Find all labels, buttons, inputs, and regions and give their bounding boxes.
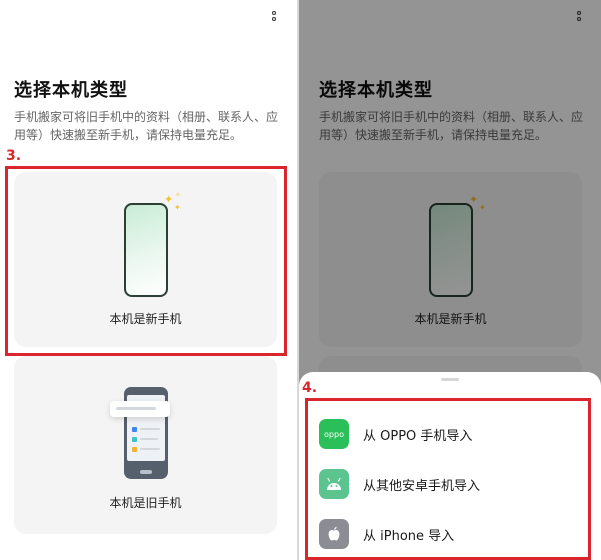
app-teal-icon bbox=[132, 437, 137, 442]
list-line bbox=[140, 448, 160, 450]
sheet-drag-handle[interactable] bbox=[441, 378, 459, 381]
more-vertical-icon bbox=[272, 11, 276, 23]
step-4-highlight-box bbox=[305, 398, 591, 560]
more-options-button[interactable] bbox=[267, 10, 281, 24]
home-button bbox=[140, 470, 152, 474]
list-line bbox=[140, 438, 158, 440]
app-blue-icon bbox=[132, 427, 137, 432]
step-4-annotation: 4. bbox=[302, 380, 318, 396]
page-description: 手机搬家可将旧手机中的资料（相册、联系人、应用等）快速搬至新手机，请保持电量充足… bbox=[14, 110, 279, 142]
list-line bbox=[140, 428, 160, 430]
message-bubble bbox=[110, 401, 170, 417]
step-3-annotation: 3. bbox=[6, 148, 22, 164]
old-phone-label: 本机是旧手机 bbox=[109, 496, 182, 510]
left-screen: 选择本机类型 手机搬家可将旧手机中的资料（相册、联系人、应用等）快速搬至新手机，… bbox=[0, 0, 297, 560]
right-screen: 选择本机类型 手机搬家可将旧手机中的资料（相册、联系人、应用等）快速搬至新手机，… bbox=[299, 0, 601, 560]
old-phone-icon bbox=[110, 387, 170, 479]
step-3-highlight-box bbox=[5, 166, 287, 356]
old-phone-card[interactable]: 本机是旧手机 bbox=[14, 356, 277, 534]
page-title: 选择本机类型 bbox=[14, 80, 128, 101]
app-yellow-icon bbox=[132, 447, 137, 452]
